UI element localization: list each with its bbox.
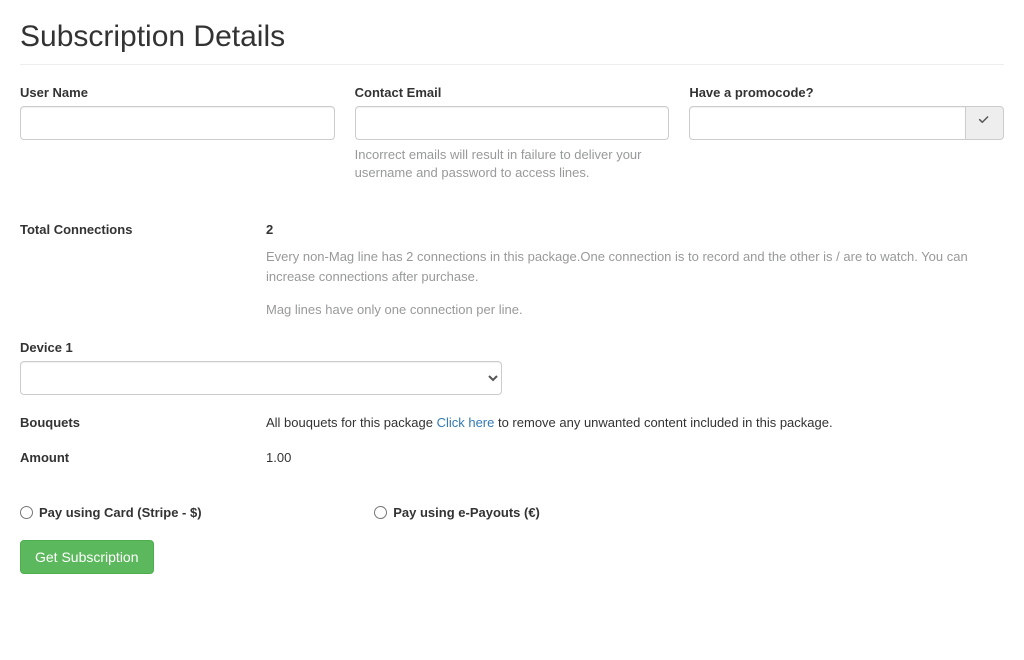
bouquets-text: All bouquets for this package Click here… bbox=[266, 415, 1004, 430]
pay-epayouts-radio[interactable] bbox=[374, 506, 387, 519]
connections-desc1: Every non-Mag line has 2 connections in … bbox=[266, 247, 1004, 286]
pay-epayouts-label[interactable]: Pay using e-Payouts (€) bbox=[393, 505, 540, 520]
email-help: Incorrect emails will result in failure … bbox=[355, 146, 670, 182]
connections-label: Total Connections bbox=[20, 222, 266, 320]
promo-input[interactable] bbox=[689, 106, 966, 140]
connections-desc2: Mag lines have only one connection per l… bbox=[266, 300, 1004, 320]
bouquets-suffix: to remove any unwanted content included … bbox=[494, 415, 832, 430]
email-input[interactable] bbox=[355, 106, 670, 140]
connections-value: 2 bbox=[266, 222, 1004, 237]
bouquets-link[interactable]: Click here bbox=[437, 415, 495, 430]
check-icon bbox=[978, 114, 990, 132]
email-label: Contact Email bbox=[355, 85, 670, 100]
promo-label: Have a promocode? bbox=[689, 85, 1004, 100]
promo-apply-button[interactable] bbox=[966, 106, 1004, 140]
pay-stripe-radio[interactable] bbox=[20, 506, 33, 519]
pay-stripe-label[interactable]: Pay using Card (Stripe - $) bbox=[39, 505, 202, 520]
amount-label: Amount bbox=[20, 450, 266, 465]
amount-value: 1.00 bbox=[266, 450, 1004, 465]
username-label: User Name bbox=[20, 85, 335, 100]
bouquets-prefix: All bouquets for this package bbox=[266, 415, 437, 430]
bouquets-label: Bouquets bbox=[20, 415, 266, 430]
device1-select[interactable] bbox=[20, 361, 502, 395]
page-title: Subscription Details bbox=[20, 20, 1004, 65]
get-subscription-button[interactable]: Get Subscription bbox=[20, 540, 154, 574]
username-input[interactable] bbox=[20, 106, 335, 140]
device1-label: Device 1 bbox=[20, 340, 502, 355]
